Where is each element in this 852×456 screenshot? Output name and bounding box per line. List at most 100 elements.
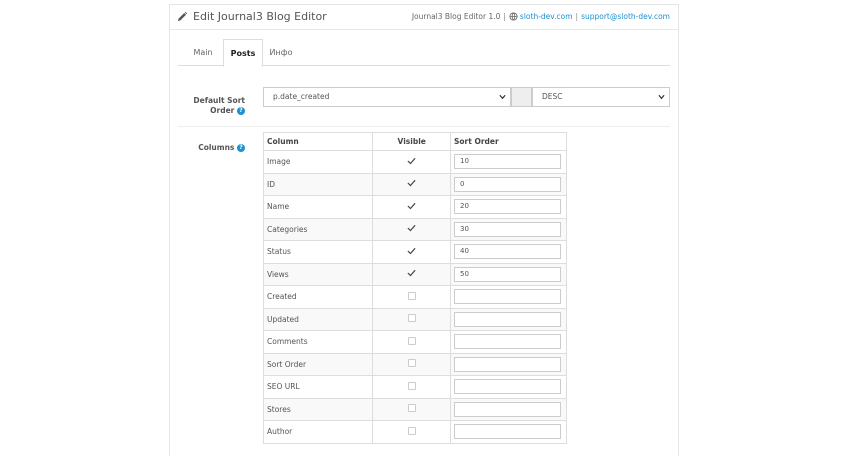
- column-name: ID: [262, 172, 374, 196]
- table-row: Comments: [262, 330, 567, 354]
- visible-cell: [372, 307, 451, 331]
- sort-order-cell: [450, 285, 567, 309]
- tab-main[interactable]: Main: [186, 39, 220, 67]
- check-icon[interactable]: [407, 247, 416, 255]
- table-header-row: Column Visible Sort Order: [262, 132, 567, 151]
- visible-cell: [372, 217, 451, 241]
- sort-order-input[interactable]: 0: [454, 176, 561, 192]
- column-name: Created: [262, 285, 374, 309]
- site-link[interactable]: sloth-dev.com: [520, 12, 573, 21]
- chevron-down-icon: [499, 94, 506, 100]
- visible-checkbox[interactable]: [407, 336, 416, 345]
- table-row: Author: [262, 420, 567, 444]
- visible-checkbox[interactable]: [407, 359, 416, 368]
- column-name: Name: [262, 195, 374, 219]
- visible-checkbox[interactable]: [407, 314, 416, 323]
- sort-order-cell: 30: [450, 217, 567, 241]
- chevron-down-icon: [658, 94, 665, 100]
- table-row: Image 10: [262, 150, 567, 174]
- table-row: Stores: [262, 397, 567, 421]
- pencil-icon: [178, 11, 188, 21]
- column-name: Comments: [262, 330, 374, 354]
- table-row: SEO URL: [262, 375, 567, 399]
- visible-cell: [372, 375, 451, 399]
- support-link[interactable]: support@sloth-dev.com: [581, 12, 670, 21]
- column-name: Author: [262, 420, 374, 444]
- sort-order-input[interactable]: 30: [454, 221, 561, 237]
- tab-info[interactable]: Инфо: [266, 39, 296, 67]
- sort-order-input[interactable]: 20: [454, 199, 561, 215]
- table-row: ID 0: [262, 172, 567, 196]
- sort-order-input[interactable]: [454, 424, 561, 440]
- check-icon[interactable]: [407, 157, 416, 165]
- editor-panel: Edit Journal3 Blog Editor Journal3 Blog …: [169, 4, 679, 456]
- column-name: Status: [262, 240, 374, 264]
- column-name: Views: [262, 262, 374, 286]
- default-sort-label-line1: Default Sort: [193, 96, 245, 105]
- heading-meta: Journal3 Blog Editor 1.0 | sloth-dev.com…: [412, 12, 670, 21]
- column-header-column: Column: [262, 132, 374, 151]
- check-icon[interactable]: [407, 224, 416, 232]
- tab-bar: Main Posts Инфо: [178, 39, 670, 67]
- sort-order-input[interactable]: [454, 289, 561, 305]
- check-icon[interactable]: [407, 179, 416, 187]
- input-addon: [511, 87, 532, 107]
- tab-posts[interactable]: Posts: [223, 39, 263, 67]
- globe-icon: [509, 12, 518, 21]
- column-name: Stores: [262, 397, 374, 421]
- visible-checkbox[interactable]: [407, 404, 416, 413]
- column-name: SEO URL: [262, 375, 374, 399]
- visible-cell: [372, 150, 451, 174]
- sort-order-cell: [450, 307, 567, 331]
- column-header-visible: Visible: [372, 132, 451, 151]
- column-header-sort-order: Sort Order: [450, 132, 567, 151]
- sort-direction-select[interactable]: DESC: [532, 87, 670, 107]
- visible-cell: [372, 285, 451, 309]
- sort-order-input[interactable]: [454, 401, 561, 417]
- table-row: Name 20: [262, 195, 567, 219]
- visible-checkbox[interactable]: [407, 426, 416, 435]
- sort-field-select[interactable]: p.date_created: [263, 87, 511, 107]
- default-sort-row: Default Sort Order ? p.date_created DESC: [178, 78, 670, 127]
- column-name: Categories: [262, 217, 374, 241]
- sort-order-cell: 20: [450, 195, 567, 219]
- sort-order-input[interactable]: 10: [454, 154, 561, 170]
- sort-order-input[interactable]: [454, 356, 561, 372]
- columns-label-text: Columns: [198, 143, 235, 152]
- visible-cell: [372, 397, 451, 421]
- visible-cell: [372, 262, 451, 286]
- visible-cell: [372, 352, 451, 376]
- sort-order-input[interactable]: 40: [454, 244, 561, 260]
- sort-order-cell: [450, 330, 567, 354]
- sort-order-input[interactable]: [454, 311, 561, 327]
- sort-order-cell: [450, 397, 567, 421]
- sort-order-cell: [450, 375, 567, 399]
- columns-table: Column Visible Sort Order Image 10 ID 0 Name…: [262, 132, 567, 444]
- table-row: Created: [262, 285, 567, 309]
- table-row: Status 40: [262, 240, 567, 264]
- table-row: Sort Order: [262, 352, 567, 376]
- default-sort-label: Default Sort Order ?: [193, 96, 245, 116]
- sort-order-cell: 0: [450, 172, 567, 196]
- question-circle-icon[interactable]: ?: [237, 144, 245, 152]
- separator: |: [575, 12, 579, 21]
- column-name: Updated: [262, 307, 374, 331]
- visible-checkbox[interactable]: [407, 291, 416, 300]
- separator: |: [503, 12, 506, 21]
- question-circle-icon[interactable]: ?: [237, 107, 245, 115]
- sort-order-input[interactable]: [454, 334, 561, 350]
- column-name: Image: [262, 150, 374, 174]
- sort-order-cell: [450, 352, 567, 376]
- sort-order-input[interactable]: [454, 379, 561, 395]
- sort-order-input[interactable]: 50: [454, 266, 561, 282]
- page-title: Edit Journal3 Blog Editor: [193, 10, 327, 23]
- check-icon[interactable]: [407, 269, 416, 277]
- visible-cell: [372, 172, 451, 196]
- visible-checkbox[interactable]: [407, 381, 416, 390]
- check-icon[interactable]: [407, 202, 416, 210]
- visible-cell: [372, 240, 451, 264]
- table-row: Views 50: [262, 262, 567, 286]
- table-row: Categories 30: [262, 217, 567, 241]
- sort-field-value: p.date_created: [273, 92, 330, 101]
- version-text: Journal3 Blog Editor 1.0: [411, 12, 501, 21]
